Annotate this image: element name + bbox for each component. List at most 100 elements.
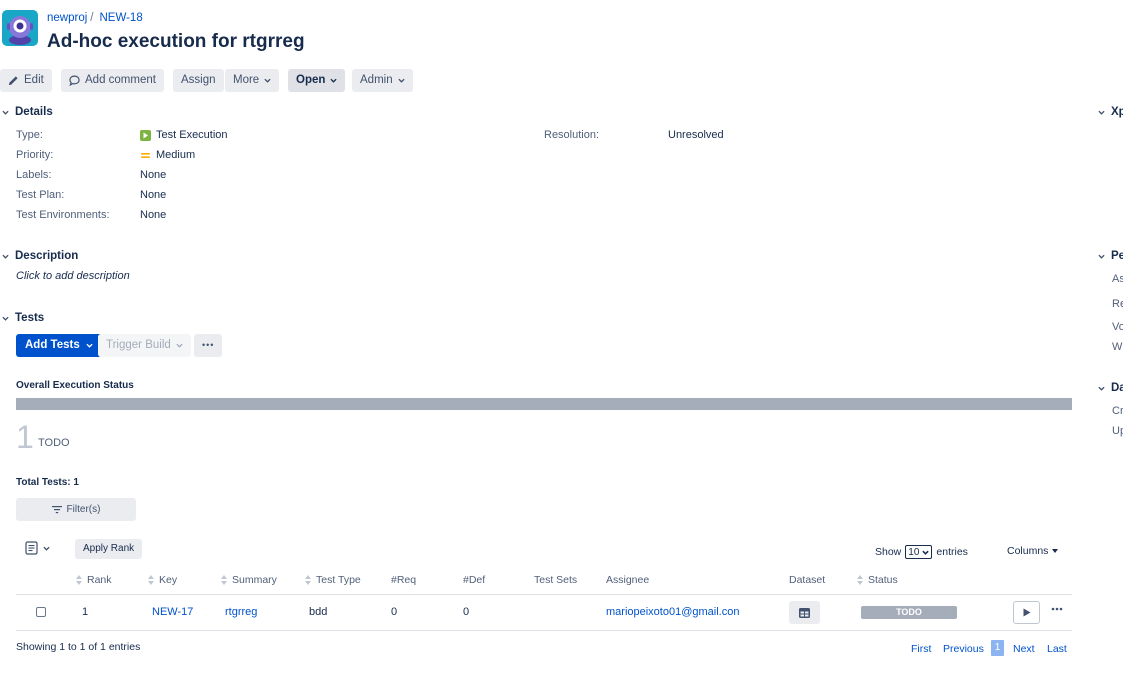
todo-count: 1 <box>16 419 34 455</box>
total-tests: Total Tests: 1 <box>16 477 79 488</box>
th-req[interactable]: #Req <box>391 574 416 586</box>
row-summary-link[interactable]: rtgrreg <box>225 606 257 618</box>
pagination-next[interactable]: Next <box>1013 643 1035 655</box>
breadcrumb-project[interactable]: newproj <box>47 12 87 24</box>
column-config-dropdown[interactable] <box>25 541 50 555</box>
sort-icon <box>76 575 82 585</box>
overall-execution-status-bar[interactable] <box>16 398 1072 410</box>
columns-dropdown[interactable]: Columns <box>1007 545 1059 557</box>
chevron-down-icon <box>397 78 405 83</box>
priority-value-text: Medium <box>156 149 196 161</box>
pagination-last[interactable]: Last <box>1047 643 1067 655</box>
row-checkbox[interactable] <box>36 607 46 617</box>
sort-icon <box>221 575 227 585</box>
people-assignee-label: As <box>1112 273 1123 285</box>
th-assignee[interactable]: Assignee <box>606 574 649 586</box>
th-key[interactable]: Key <box>148 574 177 586</box>
status-label: Open <box>296 74 326 86</box>
chevron-down-icon <box>1098 254 1105 259</box>
right-section-xray-heading: Xp <box>1111 106 1123 118</box>
status-transition-dropdown[interactable]: Open <box>288 69 346 92</box>
add-comment-label: Add comment <box>85 74 156 86</box>
description-placeholder[interactable]: Click to add description <box>16 270 130 282</box>
trigger-build-button[interactable]: Trigger Build <box>98 334 191 357</box>
right-section-people-toggle[interactable]: Pe <box>1098 250 1123 262</box>
project-avatar[interactable] <box>2 10 38 46</box>
type-value[interactable]: Test Execution <box>140 129 228 141</box>
run-test-button[interactable] <box>1013 601 1040 624</box>
chevron-down-icon <box>86 343 93 348</box>
pagination-previous[interactable]: Previous <box>943 643 984 655</box>
th-def[interactable]: #Def <box>463 574 485 586</box>
add-tests-label: Add Tests <box>25 339 80 351</box>
type-value-text: Test Execution <box>156 129 228 141</box>
test-environments-label: Test Environments: <box>16 209 110 221</box>
chevron-down-icon <box>2 254 9 259</box>
right-section-xray-toggle[interactable]: Xp <box>1098 106 1123 118</box>
sort-icon <box>305 575 311 585</box>
edit-button-label: Edit <box>24 74 44 86</box>
tests-more-button[interactable]: ••• <box>194 334 223 357</box>
test-plan-value[interactable]: None <box>140 189 166 201</box>
add-comment-button[interactable]: Add comment <box>61 69 164 92</box>
chevron-down-icon <box>43 546 50 551</box>
overall-execution-status-label: Overall Execution Status <box>16 380 134 391</box>
right-section-dates-toggle[interactable]: Da <box>1098 382 1123 394</box>
sort-icon <box>148 575 154 585</box>
apply-rank-button[interactable]: Apply Rank <box>75 539 143 559</box>
priority-value[interactable]: Medium <box>140 149 195 161</box>
chevron-down-icon <box>264 78 271 83</box>
table-row-divider <box>16 630 1072 631</box>
description-heading: Description <box>15 250 79 262</box>
row-status-badge[interactable]: TODO <box>861 606 957 619</box>
th-key-label: Key <box>159 574 178 586</box>
row-key-link[interactable]: NEW-17 <box>152 606 193 618</box>
pagination-first[interactable]: First <box>911 643 931 655</box>
more-horizontal-icon <box>1051 607 1063 611</box>
filters-label: Filter(s) <box>66 504 101 515</box>
people-reporter-label: Re <box>1112 298 1123 310</box>
details-section-toggle[interactable]: Details <box>2 106 53 118</box>
admin-label: Admin <box>360 74 393 86</box>
description-section-toggle[interactable]: Description <box>2 250 78 262</box>
row-actions-button[interactable] <box>1051 603 1063 613</box>
showing-entries-text: Showing 1 to 1 of 1 entries <box>16 641 141 653</box>
medium-priority-icon <box>141 152 150 158</box>
th-test-sets[interactable]: Test Sets <box>534 574 577 586</box>
assign-label: Assign <box>181 74 216 86</box>
th-summary[interactable]: Summary <box>221 574 277 586</box>
chevron-down-icon <box>1098 386 1105 391</box>
dataset-button[interactable] <box>789 601 820 624</box>
edit-button[interactable]: Edit <box>0 69 52 92</box>
row-assignee-link[interactable]: mariopeixoto01@gmail.con <box>606 606 739 618</box>
page-size-select[interactable]: 10 <box>905 545 933 559</box>
labels-label: Labels: <box>16 169 52 181</box>
more-dropdown[interactable]: More <box>225 69 280 92</box>
assign-button[interactable]: Assign <box>173 69 224 92</box>
th-rank[interactable]: Rank <box>76 574 112 586</box>
pagination-current-page[interactable]: 1 <box>991 640 1004 656</box>
th-status[interactable]: Status <box>857 574 898 586</box>
row-rank: 1 <box>82 606 89 618</box>
tests-section-toggle[interactable]: Tests <box>2 312 44 324</box>
columns-label: Columns <box>1007 545 1049 557</box>
chevron-down-icon <box>2 316 9 321</box>
entries-label: entries <box>936 546 968 558</box>
issue-title[interactable]: Ad-hoc execution for rtgrreg <box>47 31 305 53</box>
th-dataset[interactable]: Dataset <box>789 574 825 586</box>
add-tests-button[interactable]: Add Tests <box>16 334 102 357</box>
resolution-label: Resolution: <box>544 129 600 141</box>
caret-down-icon <box>1052 549 1059 553</box>
breadcrumb-separator: / <box>90 12 94 24</box>
admin-dropdown[interactable]: Admin <box>352 69 413 92</box>
pencil-icon <box>8 76 18 86</box>
table-header-divider <box>16 594 1072 595</box>
breadcrumb-issue-key[interactable]: NEW-18 <box>99 12 142 24</box>
test-plan-label: Test Plan: <box>16 189 65 201</box>
priority-label: Priority: <box>16 149 54 161</box>
labels-value[interactable]: None <box>140 169 166 181</box>
th-test-type[interactable]: Test Type <box>305 574 361 586</box>
test-environments-value[interactable]: None <box>140 209 166 221</box>
filters-button[interactable]: Filter(s) <box>16 498 136 521</box>
play-icon <box>1023 608 1030 617</box>
